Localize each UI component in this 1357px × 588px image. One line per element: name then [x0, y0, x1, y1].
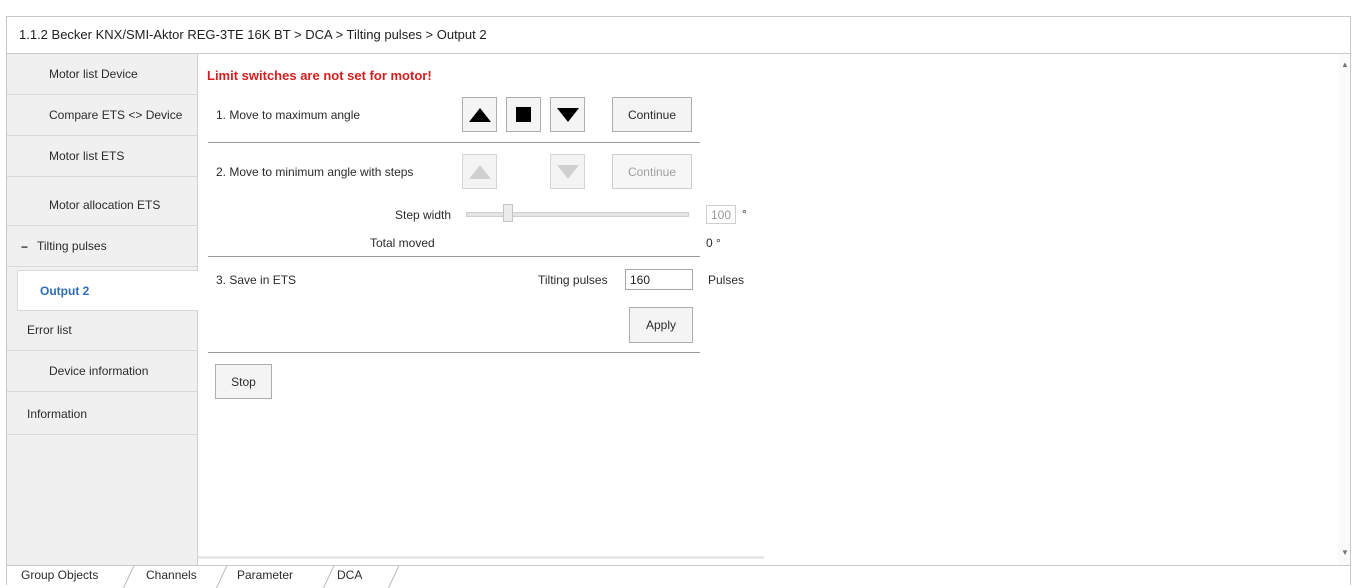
total-moved-label: Total moved	[370, 236, 435, 250]
sidebar-item-label: Compare ETS <> Device	[49, 108, 183, 122]
sidebar-item-motor-list-device[interactable]: Motor list Device	[7, 54, 197, 95]
vertical-scrollbar[interactable]	[1338, 54, 1350, 565]
sidebar: Motor list Device Compare ETS <> Device …	[7, 54, 198, 565]
tab-dca[interactable]: DCA	[325, 566, 374, 586]
tilting-pulses-unit: Pulses	[708, 273, 745, 287]
step-width-slider-track[interactable]	[466, 212, 689, 217]
sidebar-item-label: Error list	[27, 323, 72, 337]
arrow-up-icon	[469, 108, 491, 122]
sidebar-item-output-2[interactable]: Output 2	[17, 270, 198, 311]
step1-continue-button[interactable]: Continue	[612, 97, 692, 132]
stop-button[interactable]: Stop	[215, 364, 272, 399]
tab-group-objects[interactable]: Group Objects	[9, 566, 110, 586]
sidebar-item-motor-list-ets[interactable]: Motor list ETS	[7, 136, 197, 177]
scroll-down-icon[interactable]: ▼	[1341, 548, 1349, 557]
stop-move-button[interactable]	[506, 97, 541, 132]
tilting-pulses-label: Tilting pulses	[538, 273, 608, 287]
divider	[208, 352, 700, 353]
limit-switch-warning: Limit switches are not set for motor!	[207, 68, 432, 83]
sidebar-item-tilting-pulses[interactable]: − Tilting pulses	[7, 226, 197, 267]
dca-content	[198, 54, 1339, 556]
arrow-down-icon	[557, 108, 579, 122]
scroll-up-icon[interactable]: ▲	[1341, 60, 1349, 69]
sidebar-item-label: Tilting pulses	[37, 239, 107, 253]
step-width-unit: °	[742, 207, 747, 221]
step-up-button[interactable]	[462, 154, 497, 189]
sidebar-item-device-information[interactable]: Device information	[7, 351, 197, 392]
sidebar-item-label: Motor allocation ETS	[49, 198, 161, 212]
step2-label: 2. Move to minimum angle with steps	[216, 165, 414, 179]
step2-continue-button[interactable]: Continue	[612, 154, 692, 189]
breadcrumb-title: 1.1.2 Becker KNX/SMI-Aktor REG-3TE 16K B…	[19, 27, 487, 42]
step-width-slider-thumb[interactable]	[503, 204, 513, 222]
sidebar-item-label: Device information	[49, 364, 149, 378]
bottom-tab-bar: Group Objects Channels Parameter DCA	[7, 565, 1350, 588]
apply-button[interactable]: Apply	[629, 307, 693, 343]
title-bar: 1.1.2 Becker KNX/SMI-Aktor REG-3TE 16K B…	[7, 17, 1350, 54]
step-width-input[interactable]	[706, 205, 736, 224]
sidebar-item-label: Output 2	[40, 284, 90, 298]
sidebar-item-error-list[interactable]: Error list	[7, 310, 197, 351]
sidebar-item-information[interactable]: Information	[7, 394, 197, 435]
sidebar-item-label: Motor list ETS	[49, 149, 125, 163]
tab-channels[interactable]: Channels	[134, 566, 209, 586]
arrow-down-icon	[557, 165, 579, 179]
divider	[208, 256, 700, 257]
move-up-button[interactable]	[462, 97, 497, 132]
sidebar-item-label: Information	[27, 407, 88, 421]
sidebar-item-motor-allocation-ets[interactable]: Motor allocation ETS	[7, 185, 197, 226]
horizontal-scrollbar[interactable]	[198, 556, 764, 559]
sidebar-item-label: Motor list Device	[49, 67, 138, 81]
tilting-pulses-input[interactable]	[625, 269, 693, 290]
step-down-button[interactable]	[550, 154, 585, 189]
collapse-icon[interactable]: −	[21, 240, 28, 254]
divider	[208, 142, 700, 143]
tab-parameter[interactable]: Parameter	[225, 566, 305, 586]
arrow-up-icon	[469, 165, 491, 179]
stop-square-icon	[516, 107, 531, 122]
step3-label: 3. Save in ETS	[216, 273, 297, 287]
step1-label: 1. Move to maximum angle	[216, 108, 361, 122]
sidebar-item-compare-ets-device[interactable]: Compare ETS <> Device	[7, 95, 197, 136]
total-moved-value: 0 °	[706, 236, 721, 250]
step-width-label: Step width	[395, 208, 452, 222]
move-down-button[interactable]	[550, 97, 585, 132]
